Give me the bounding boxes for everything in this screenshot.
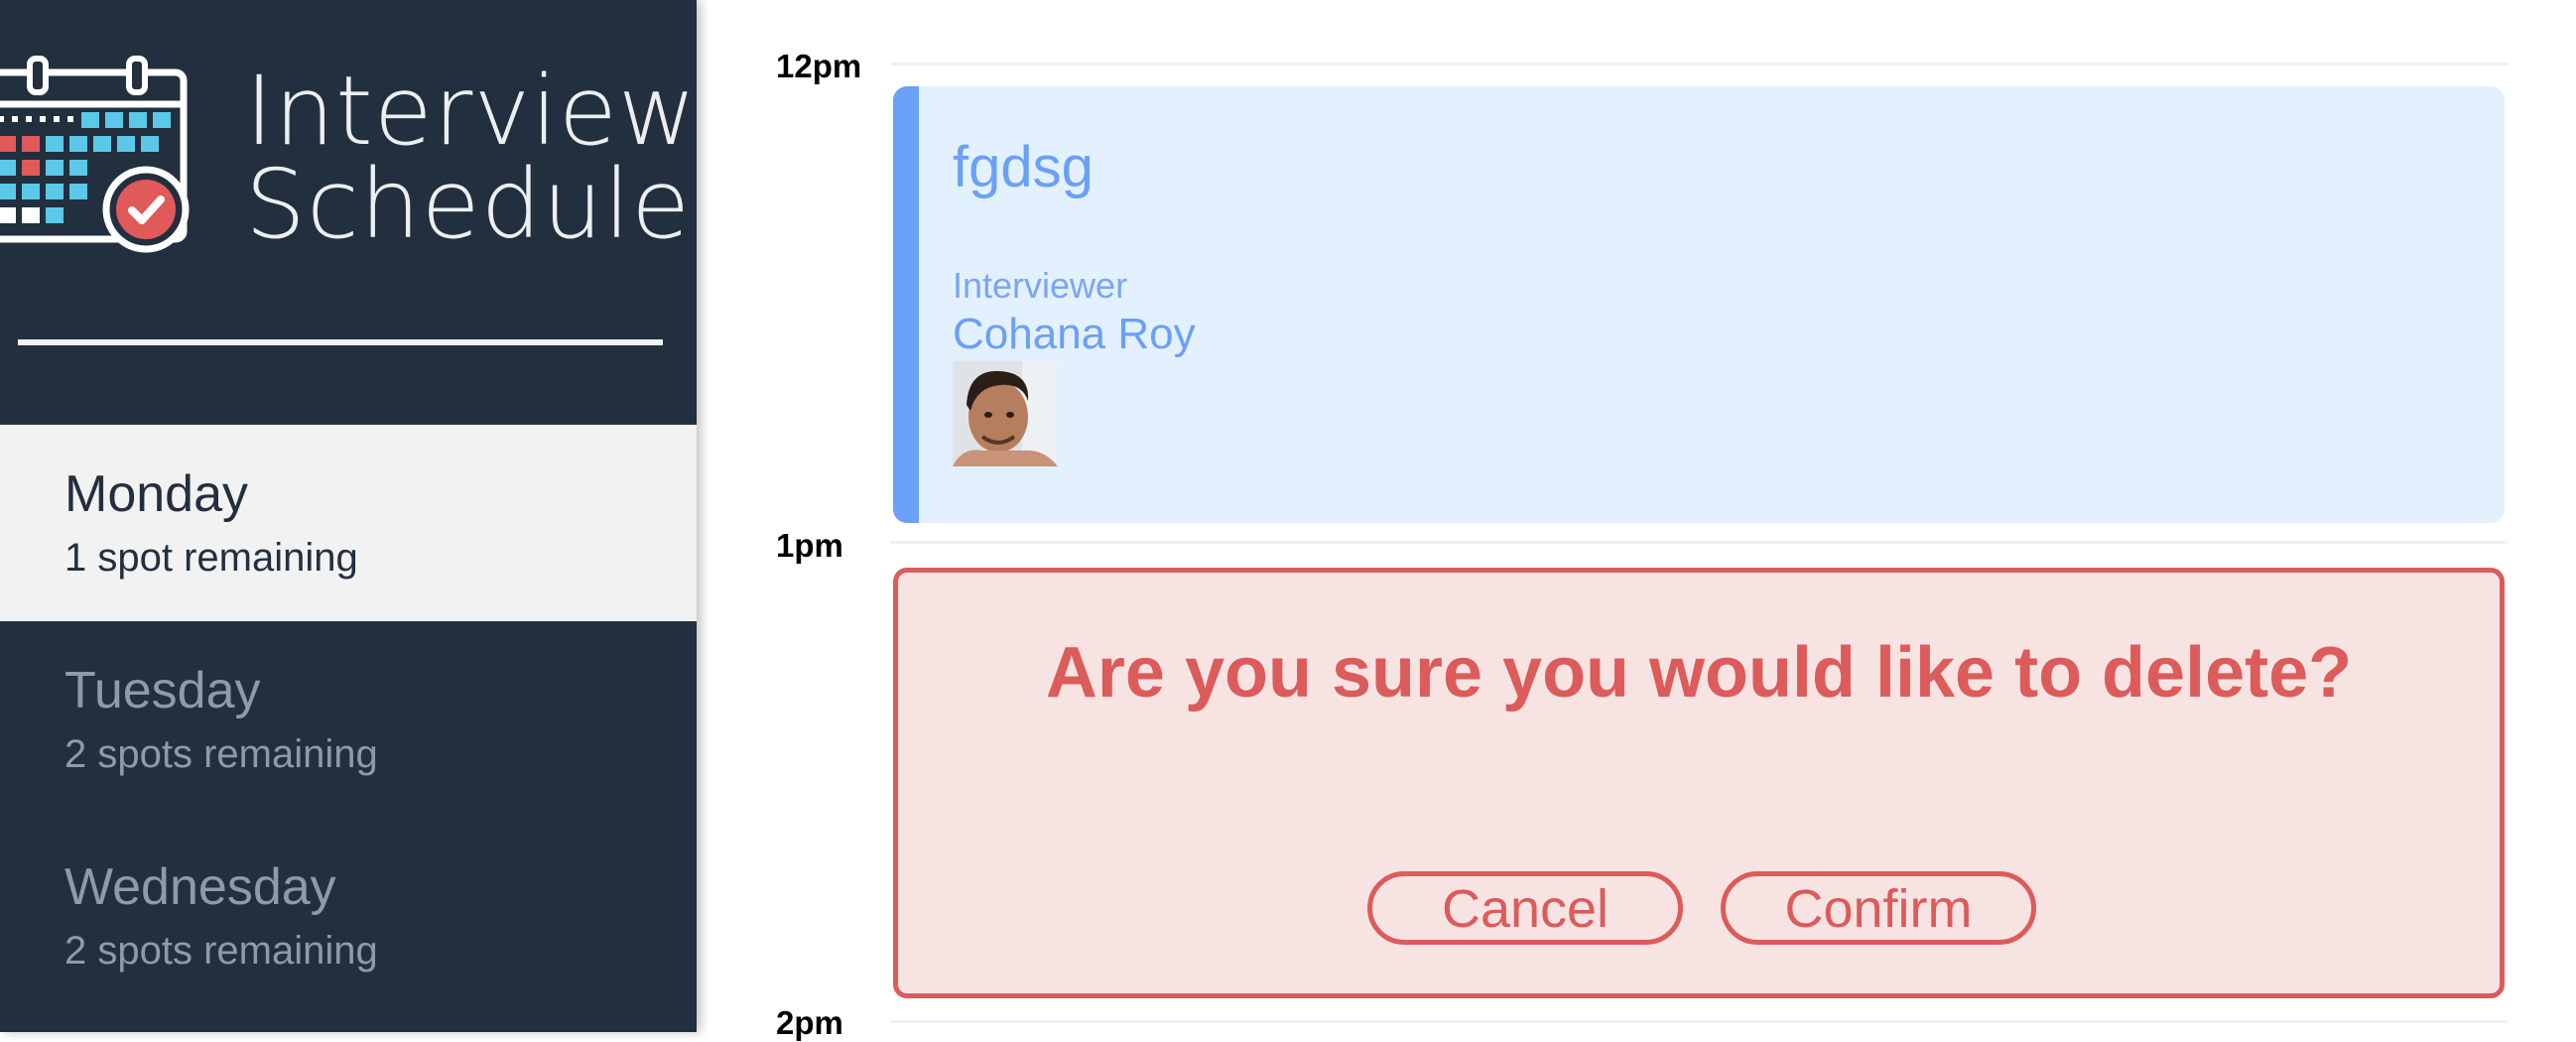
hour-label-12pm: 12pm [776, 48, 862, 84]
sidebar-divider [18, 339, 663, 345]
day-spots: 1 spot remaining [64, 536, 358, 580]
day-item-tuesday[interactable]: Tuesday 2 spots remaining [0, 621, 697, 818]
sidebar: Interview Scheduler Monday 1 spot remain… [0, 0, 697, 1032]
day-spots: 2 spots remaining [64, 732, 378, 776]
app-title-line1: Interview [245, 56, 697, 167]
student-name: fgdsg [953, 135, 1094, 199]
day-item-monday[interactable]: Monday 1 spot remaining [0, 425, 697, 621]
delete-confirmation: Are you sure you would like to delete? C… [893, 568, 2505, 998]
hour-divider [890, 541, 2508, 544]
avatar-photo [953, 361, 1058, 466]
calendar-check-icon [0, 56, 190, 253]
delete-confirmation-message: Are you sure you would like to delete? [1045, 633, 2353, 713]
appointment-card[interactable]: fgdsg Interviewer Cohana Roy [893, 86, 2505, 523]
app-title-line2: Scheduler [245, 149, 697, 260]
interviewer-avatar [953, 361, 1058, 466]
cancel-button[interactable]: Cancel [1367, 871, 1683, 945]
hour-divider [890, 1020, 2508, 1023]
interviewer-label: Interviewer [953, 265, 1128, 306]
interviewer-name: Cohana Roy [953, 310, 1196, 358]
day-name: Tuesday [64, 662, 261, 719]
logo: Interview Scheduler [0, 55, 697, 268]
confirm-button[interactable]: Confirm [1721, 871, 2036, 945]
hour-label-1pm: 1pm [776, 527, 843, 564]
day-name: Monday [64, 465, 248, 523]
day-name: Wednesday [64, 858, 336, 916]
app-title: Interview Scheduler [245, 56, 697, 260]
hour-divider [890, 63, 2508, 65]
appointment-accent [893, 86, 919, 523]
hour-label-2pm: 2pm [776, 1004, 843, 1041]
day-spots: 2 spots remaining [64, 929, 378, 973]
day-item-wednesday[interactable]: Wednesday 2 spots remaining [0, 818, 697, 1014]
